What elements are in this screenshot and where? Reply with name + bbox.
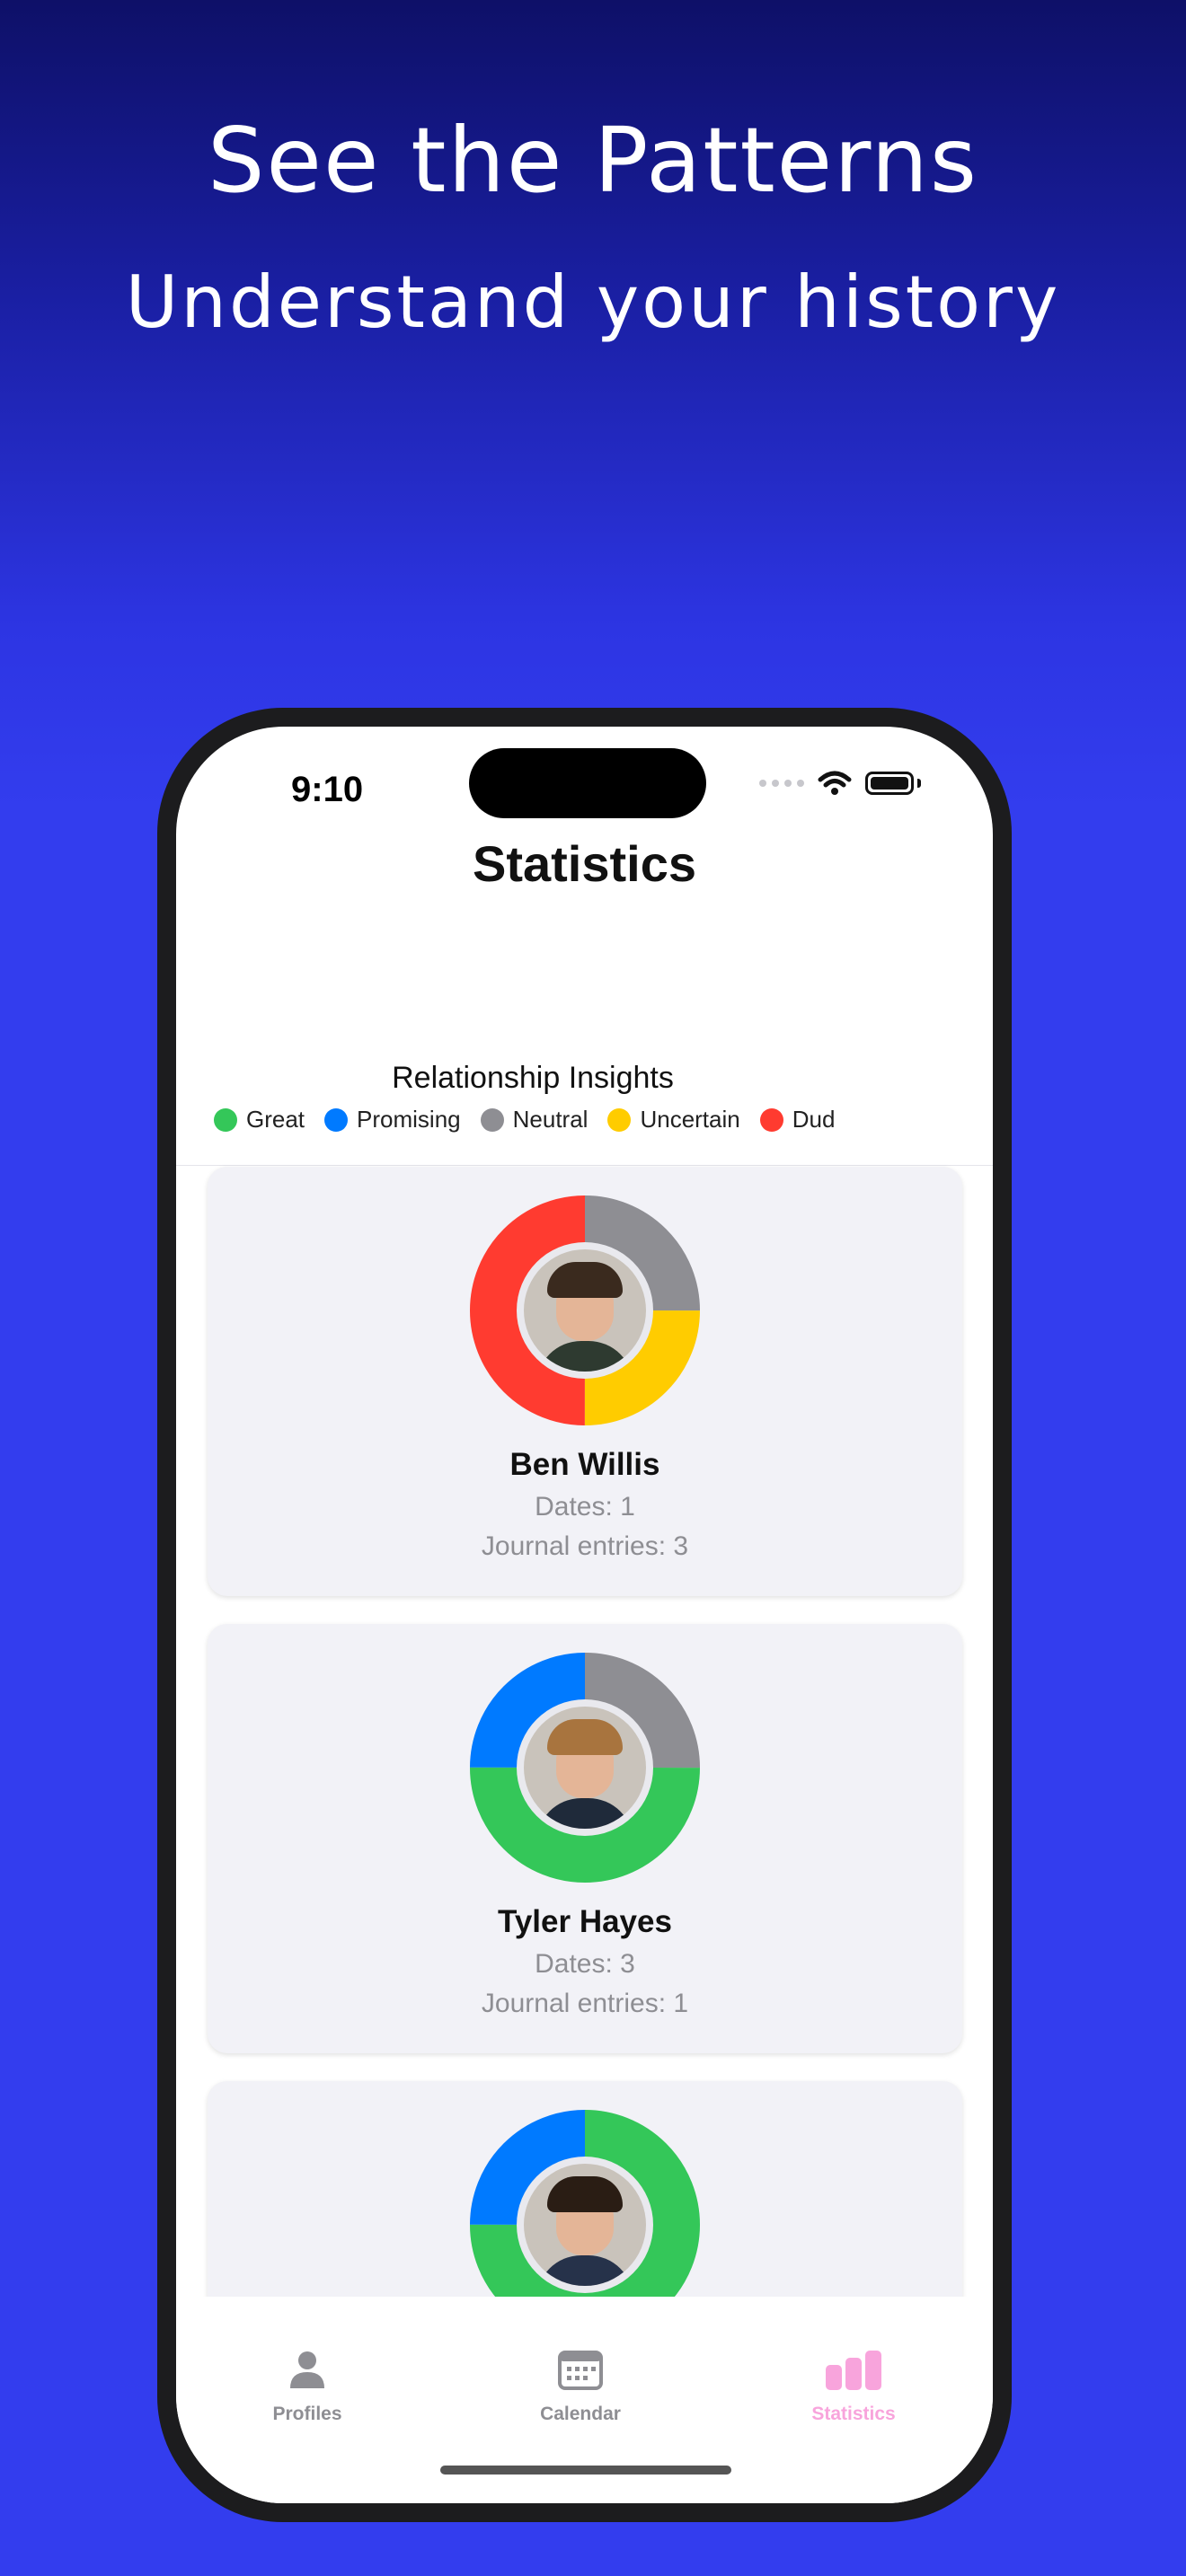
profile-dates: Dates: 3 [535, 1949, 635, 1979]
avatar [524, 2164, 646, 2286]
legend-item-uncertain: Uncertain [607, 1106, 740, 1134]
profile-card[interactable]: Ben Willis Dates: 1 Journal entries: 3 [208, 1167, 962, 1596]
legend-dot-neutral [480, 1107, 504, 1132]
promo-subheadline: Understand your history [125, 260, 1061, 344]
legend-label: Promising [357, 1106, 461, 1133]
avatar [524, 1249, 646, 1372]
status-time: 9:10 [291, 770, 364, 809]
legend-dot-great [214, 1107, 237, 1132]
cellular-signal-icon [759, 780, 804, 787]
legend-dot-uncertain [607, 1107, 632, 1132]
profile-journal-entries: Journal entries: 1 [481, 1989, 689, 2018]
calendar-icon [558, 2351, 603, 2390]
legend-item-dud: Dud [759, 1106, 836, 1134]
battery-icon [865, 772, 914, 795]
legend-divider [176, 1165, 993, 1166]
status-icons [759, 770, 921, 797]
legend-label: Dud [792, 1106, 836, 1133]
legend-item-great: Great [214, 1106, 305, 1134]
insights-title: Relationship Insights [392, 1061, 674, 1095]
person-icon [290, 2351, 324, 2388]
page-title: Statistics [473, 835, 696, 892]
profile-name: Tyler Hayes [498, 1904, 672, 1939]
profile-name: Ben Willis [509, 1447, 660, 1482]
phone-screen: 9:10 Statistics Relationship Insights Gr… [176, 727, 993, 2503]
legend-dot-dud [759, 1107, 783, 1132]
profile-journal-entries: Journal entries: 3 [481, 1531, 689, 1561]
tab-label: Statistics [811, 2404, 896, 2424]
legend-dot-promising [324, 1107, 349, 1132]
phone-frame: 9:10 Statistics Relationship Insights Gr… [157, 708, 1012, 2522]
profile-card[interactable]: Tyler Hayes Dates: 3 Journal entries: 1 [208, 1624, 962, 2053]
legend-label: Great [246, 1106, 305, 1133]
legend-label: Uncertain [640, 1106, 740, 1133]
tab-calendar[interactable]: Calendar [491, 2349, 670, 2425]
legend-item-promising: Promising [324, 1106, 461, 1134]
tab-statistics[interactable]: Statistics [764, 2349, 943, 2425]
bar-chart-icon [826, 2351, 881, 2390]
wifi-icon [818, 771, 852, 795]
home-indicator [440, 2466, 731, 2475]
dynamic-island [469, 748, 706, 818]
battery-nub [917, 779, 921, 788]
tab-profiles[interactable]: Profiles [217, 2349, 397, 2425]
legend-label: Neutral [512, 1106, 589, 1133]
avatar [524, 1707, 646, 1829]
profile-dates: Dates: 1 [535, 1492, 635, 1522]
promo-headline: See the Patterns [207, 108, 979, 213]
legend: Great Promising Neutral Uncertain Dud [214, 1106, 835, 1134]
tab-label: Profiles [272, 2404, 342, 2424]
tab-label: Calendar [540, 2404, 621, 2424]
legend-item-neutral: Neutral [480, 1106, 589, 1134]
